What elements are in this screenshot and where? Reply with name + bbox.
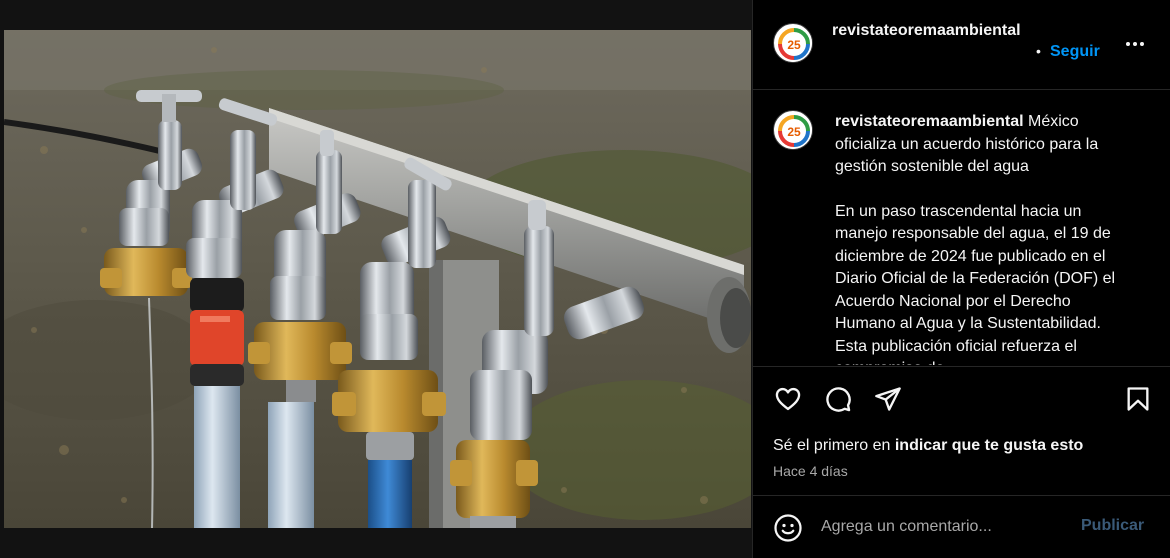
post-header: 25 revistateoremaambiental • Seguir	[753, 0, 1170, 90]
caption-section: 25 revistateoremaambiental México oficia…	[753, 91, 1170, 365]
brand-logo-icon: 25	[775, 112, 812, 149]
heart-icon	[775, 387, 801, 411]
caption-text: revistateoremaambiental México oficializ…	[835, 111, 1135, 365]
likes-prefix: Sé el primero en	[773, 437, 895, 454]
likes-summary: Sé el primero en indicar que te gusta es…	[773, 437, 1083, 455]
more-horizontal-icon	[1126, 42, 1144, 46]
svg-text:25: 25	[787, 38, 801, 52]
comment-input[interactable]	[821, 513, 1071, 541]
follow-button[interactable]: Seguir	[1050, 43, 1100, 61]
post-details-panel: 25 revistateoremaambiental • Seguir 25 r…	[752, 0, 1170, 558]
post-timestamp[interactable]: Hace 4 días	[773, 463, 848, 479]
separator-dot: •	[1036, 43, 1041, 59]
like-button[interactable]	[773, 384, 803, 414]
emoji-icon	[774, 514, 802, 542]
actions-section: Sé el primero en indicar que te gusta es…	[753, 366, 1170, 496]
svg-text:25: 25	[787, 125, 801, 139]
share-icon	[875, 387, 901, 411]
comment-button[interactable]	[823, 384, 853, 414]
brand-logo-icon: 25	[775, 25, 812, 62]
header-username[interactable]: revistateoremaambiental	[832, 20, 1032, 42]
post-photo[interactable]	[4, 30, 751, 528]
caption-username[interactable]: revistateoremaambiental	[835, 113, 1024, 130]
like-first-link[interactable]: indicar que te gusta esto	[895, 437, 1083, 454]
post-media	[0, 0, 752, 558]
water-taps-photo	[4, 30, 751, 528]
share-button[interactable]	[873, 384, 903, 414]
save-button[interactable]	[1123, 384, 1153, 414]
bookmark-icon	[1127, 387, 1149, 411]
more-options-button[interactable]	[1123, 32, 1147, 56]
publish-button[interactable]: Publicar	[1081, 517, 1144, 535]
emoji-button[interactable]	[773, 513, 803, 543]
avatar[interactable]: 25	[773, 23, 813, 63]
caption-body: En un paso trascendental hacia un manejo…	[835, 202, 1116, 366]
caption-avatar[interactable]: 25	[773, 110, 813, 150]
add-comment-section: Publicar	[753, 496, 1170, 558]
comment-icon	[826, 387, 851, 412]
